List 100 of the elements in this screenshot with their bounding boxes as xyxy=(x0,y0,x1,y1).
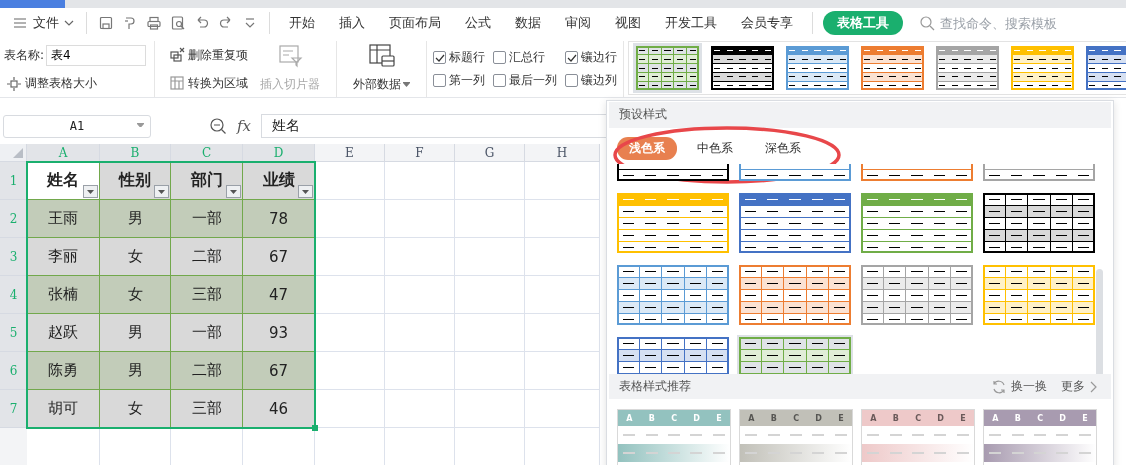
table-cell: 胡可 xyxy=(27,390,100,428)
column-letter: A xyxy=(870,413,877,423)
ribbon-tool-button[interactable]: 转换为区域 xyxy=(167,73,251,93)
table-cell: 47 xyxy=(243,276,315,314)
option-checkbox[interactable]: 第一列 xyxy=(433,72,486,89)
menu-tab[interactable]: 页面布局 xyxy=(380,11,450,35)
table-name-label: 表名称: xyxy=(4,47,45,64)
column-letter: A xyxy=(992,413,999,423)
filter-button[interactable] xyxy=(154,185,169,198)
column-letter: D xyxy=(815,413,822,423)
menu-tab[interactable]: 插入 xyxy=(330,11,374,35)
table-cell: 男 xyxy=(100,314,171,352)
table-header-cell: 部门 xyxy=(171,162,243,200)
chevron-down-icon xyxy=(64,18,74,28)
table-header-cell: 业绩 xyxy=(243,162,315,200)
option-checkbox[interactable]: 标题行 xyxy=(433,49,486,66)
column-letter: D xyxy=(1059,413,1066,423)
table-header-cell: 性别 xyxy=(100,162,171,200)
column-letter: D xyxy=(937,413,944,423)
table-cell: 一部 xyxy=(171,314,243,352)
refresh-button[interactable]: 换一换 xyxy=(987,378,1051,395)
menu-tab[interactable]: 审阅 xyxy=(556,11,600,35)
table-cell: 67 xyxy=(243,352,315,390)
caret-icon xyxy=(302,189,309,194)
column-header[interactable]: E xyxy=(315,144,385,162)
function-label: fx xyxy=(237,117,251,135)
menu-tab[interactable]: 公式 xyxy=(456,11,500,35)
brush-icon xyxy=(122,15,138,31)
chevron-right-icon xyxy=(1089,380,1097,393)
column-header[interactable]: F xyxy=(385,144,455,162)
table-style-option[interactable] xyxy=(633,43,703,93)
menu-tab[interactable]: 视图 xyxy=(606,11,650,35)
resize-table-button[interactable]: 调整表格大小 xyxy=(4,74,147,93)
table-cell: 男 xyxy=(100,352,171,390)
column-letter: B xyxy=(1014,413,1021,423)
table-style-thumbnail xyxy=(1011,46,1075,90)
formula-field[interactable]: 姓名 xyxy=(261,114,606,138)
corner-triangle-icon xyxy=(13,148,23,158)
filter-button[interactable] xyxy=(83,185,98,198)
table-style-thumbnail xyxy=(786,46,850,90)
option-checkbox[interactable]: 镶边行 xyxy=(565,49,618,66)
table-cell: 67 xyxy=(243,238,315,276)
ribbon-tool-button[interactable]: 删除重复项 xyxy=(167,45,251,65)
column-letter: D xyxy=(693,413,700,423)
recommended-style-card[interactable]: A B C D E xyxy=(739,409,853,465)
option-checkbox[interactable]: 镶边列 xyxy=(565,72,618,89)
menu-tab[interactable]: 数据 xyxy=(506,11,550,35)
menu-tab[interactable]: 开始 xyxy=(280,11,324,35)
table-cell: 王雨 xyxy=(27,200,100,238)
category-tab[interactable]: 深色系 xyxy=(753,136,813,160)
column-letter: B xyxy=(892,413,899,423)
table-cell: 赵跃 xyxy=(27,314,100,352)
recommended-style-card[interactable]: A B C D E xyxy=(861,409,975,465)
table-cell: 三部 xyxy=(171,276,243,314)
column-letter: A xyxy=(748,413,755,423)
filter-button[interactable] xyxy=(226,185,241,198)
move-arrows-icon xyxy=(6,75,22,92)
column-letter: A xyxy=(626,413,633,423)
category-tab[interactable]: 中色系 xyxy=(685,136,745,160)
filter-button[interactable] xyxy=(298,185,313,198)
table-cell: 二部 xyxy=(171,238,243,276)
search-field[interactable]: 查找命令、搜索模板 xyxy=(938,14,1078,32)
fill-handle[interactable] xyxy=(312,425,318,431)
name-box[interactable]: A1 xyxy=(3,114,151,138)
table-cell: 女 xyxy=(100,276,171,314)
column-letter: E xyxy=(1082,413,1088,423)
option-checkbox[interactable]: 汇总行 xyxy=(493,49,558,66)
column-header[interactable]: G xyxy=(455,144,525,162)
table-cell: 78 xyxy=(243,200,315,238)
caret-icon xyxy=(137,122,144,127)
active-tab-indicator xyxy=(0,0,65,8)
scrollbar[interactable] xyxy=(1096,268,1103,375)
remove-duplicates-icon xyxy=(169,47,186,63)
select-all-corner[interactable] xyxy=(0,144,27,162)
table-cell: 93 xyxy=(243,314,315,352)
column-header[interactable]: H xyxy=(525,144,600,162)
save-icon xyxy=(98,15,114,31)
table-cell: 张楠 xyxy=(27,276,100,314)
grid-convert-icon xyxy=(169,75,186,91)
table-name-field[interactable]: 表4 xyxy=(46,45,147,66)
caret-icon xyxy=(230,189,237,194)
menu-tab[interactable]: 会员专享 xyxy=(732,11,802,35)
column-letter: E xyxy=(960,413,966,423)
table-cell: 46 xyxy=(243,390,315,428)
table-style-thumbnail xyxy=(861,46,925,90)
table-cell: 女 xyxy=(100,238,171,276)
option-checkbox[interactable]: 最后一列 xyxy=(493,72,558,89)
column-letter: E xyxy=(838,413,844,423)
check-icon xyxy=(434,52,446,63)
caret-icon xyxy=(403,82,411,87)
refresh-icon xyxy=(991,378,1007,395)
menu-tab[interactable]: 开发工具 xyxy=(656,11,726,35)
menu-icon xyxy=(12,15,28,31)
external-data-button[interactable]: 外部数据 xyxy=(347,41,417,97)
caret-icon xyxy=(87,189,94,194)
caret-icon xyxy=(158,189,165,194)
column-letter: C xyxy=(671,413,677,423)
print-preview-icon xyxy=(170,15,186,31)
more-link[interactable]: 更多 xyxy=(1057,378,1101,395)
file-menu[interactable]: 文件 xyxy=(8,12,78,34)
